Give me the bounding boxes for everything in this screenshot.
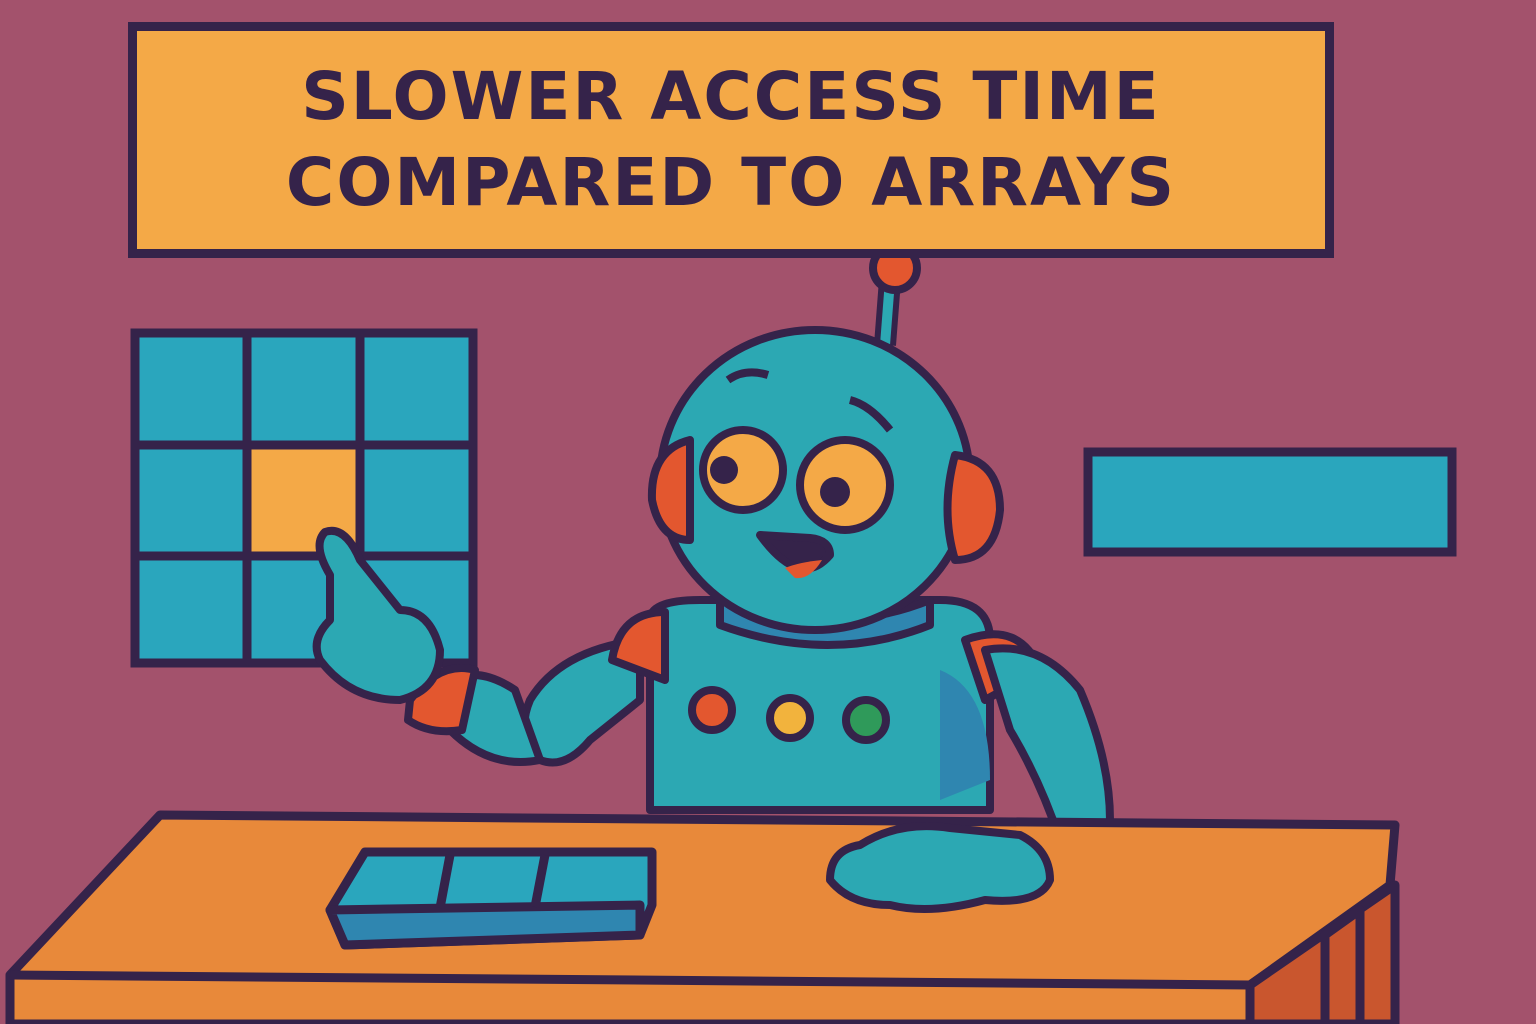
chest-light-green — [842, 696, 890, 744]
banner-title-line-1: SLOWER ACCESS TIME — [301, 58, 1161, 135]
robot-right-arm — [981, 644, 1114, 847]
robot-right-ear — [943, 451, 1004, 564]
illustration-scene: SLOWER ACCESS TIME COMPARED TO ARRAYS — [0, 0, 1536, 1024]
banner-title-line-2: COMPARED TO ARRAYS — [285, 144, 1177, 221]
robot-left-ear — [647, 436, 694, 544]
desk-leg — [1320, 905, 1365, 1024]
chest-light-red — [688, 686, 736, 734]
linked-list-bar — [1083, 447, 1457, 557]
desk-top — [5, 810, 1400, 1024]
robot-right-pupil — [820, 477, 850, 507]
title-banner: SLOWER ACCESS TIME COMPARED TO ARRAYS — [128, 22, 1334, 258]
memory-block-front — [325, 900, 645, 950]
robot-head — [647, 242, 1004, 634]
robot-left-pupil — [710, 456, 738, 484]
chest-light-yellow — [766, 694, 814, 742]
desk — [5, 810, 1400, 1024]
